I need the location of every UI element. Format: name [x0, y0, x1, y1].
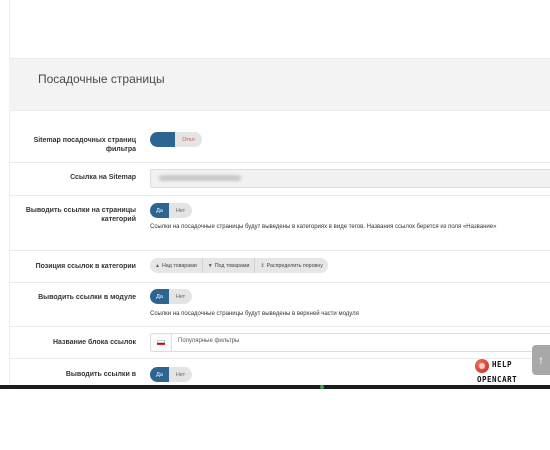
row-show-links-module: Выводить ссылки в модуле Да Нет Ссылки н… [10, 282, 550, 327]
sitemap-toggle-on[interactable] [150, 132, 175, 147]
links-block-name-field[interactable]: Популярные фильтры [150, 333, 550, 352]
taskbar-strip [0, 385, 550, 389]
show-links-module-yes[interactable]: Да [150, 289, 169, 304]
show-links-filter-yes[interactable]: Да [150, 367, 169, 382]
row-show-links-category: Выводить ссылки на страницы категорий Да… [10, 195, 550, 251]
label-show-links-category: Выводить ссылки на страницы категорий [25, 207, 136, 223]
show-links-module-no[interactable]: Нет [169, 289, 192, 304]
sitemap-link-value [159, 175, 241, 181]
show-links-filter-no[interactable]: Нет [169, 367, 192, 382]
show-links-category-no[interactable]: Нет [169, 203, 192, 218]
status-dot [320, 385, 324, 389]
russian-flag-icon [151, 334, 172, 351]
links-position-group[interactable]: ▲ Над товарами ▼ Под товарами ⇕ Распреде… [150, 258, 328, 273]
position-below-label: Под товарами [214, 262, 250, 269]
sitemap-toggle-off[interactable]: Откл [175, 132, 202, 147]
logo-line2: OPENCART [477, 375, 518, 384]
links-block-name-value: Популярные фильтры [178, 338, 240, 344]
position-distribute-button[interactable]: ⇕ Распределить поровну [255, 258, 327, 273]
settings-page: Посадочные страницы Sitemap посадочных с… [0, 0, 550, 386]
label-show-links-filter: Выводить ссылки в [65, 371, 136, 378]
sort-icon: ⇕ [260, 262, 265, 269]
row-show-links-filter: Выводить ссылки в Да Нет [10, 358, 550, 386]
label-show-links-module: Выводить ссылки в модуле [38, 294, 136, 301]
panel-title: Посадочные страницы [38, 72, 165, 86]
position-above-button[interactable]: ▲ Над товарами [150, 258, 203, 273]
show-links-category-yes[interactable]: Да [150, 203, 169, 218]
sitemap-link-field[interactable] [150, 169, 550, 188]
help-opencart-logo: HELP OPENCART [474, 358, 546, 385]
show-links-category-toggle[interactable]: Да Нет [150, 203, 192, 218]
label-links-block-name: Название блока ссылок [52, 339, 136, 346]
logo-ball-icon [475, 359, 489, 373]
position-below-button[interactable]: ▼ Под товарами [203, 258, 256, 273]
show-links-filter-toggle[interactable]: Да Нет [150, 367, 192, 382]
label-links-position: Позиция ссылок в категории [35, 263, 136, 270]
caret-up-icon: ▲ [155, 262, 160, 269]
position-above-label: Над товарами [161, 262, 197, 269]
panel-header: Посадочные страницы [9, 58, 550, 111]
row-sitemap: Sitemap посадочных страниц фильтра Откл [10, 124, 550, 163]
row-sitemap-link: Ссылка на Sitemap [10, 162, 550, 196]
label-sitemap-link: Ссылка на Sitemap [70, 174, 136, 181]
caret-down-icon: ▼ [207, 262, 213, 269]
show-links-module-help: Ссылки на посадочные страницы будут выве… [150, 311, 359, 317]
show-links-module-toggle[interactable]: Да Нет [150, 289, 192, 304]
show-links-category-help: Ссылки на посадочные страницы будут выве… [150, 224, 497, 230]
row-links-block-name: Название блока ссылок Популярные фильтры [10, 326, 550, 359]
position-distribute-label: Распределить поровну [266, 262, 323, 269]
sitemap-toggle[interactable]: Откл [150, 132, 202, 147]
row-links-position: Позиция ссылок в категории ▲ Над товарам… [10, 250, 550, 283]
logo-line1: HELP [492, 360, 513, 369]
label-sitemap: Sitemap посадочных страниц фильтра [33, 137, 136, 153]
